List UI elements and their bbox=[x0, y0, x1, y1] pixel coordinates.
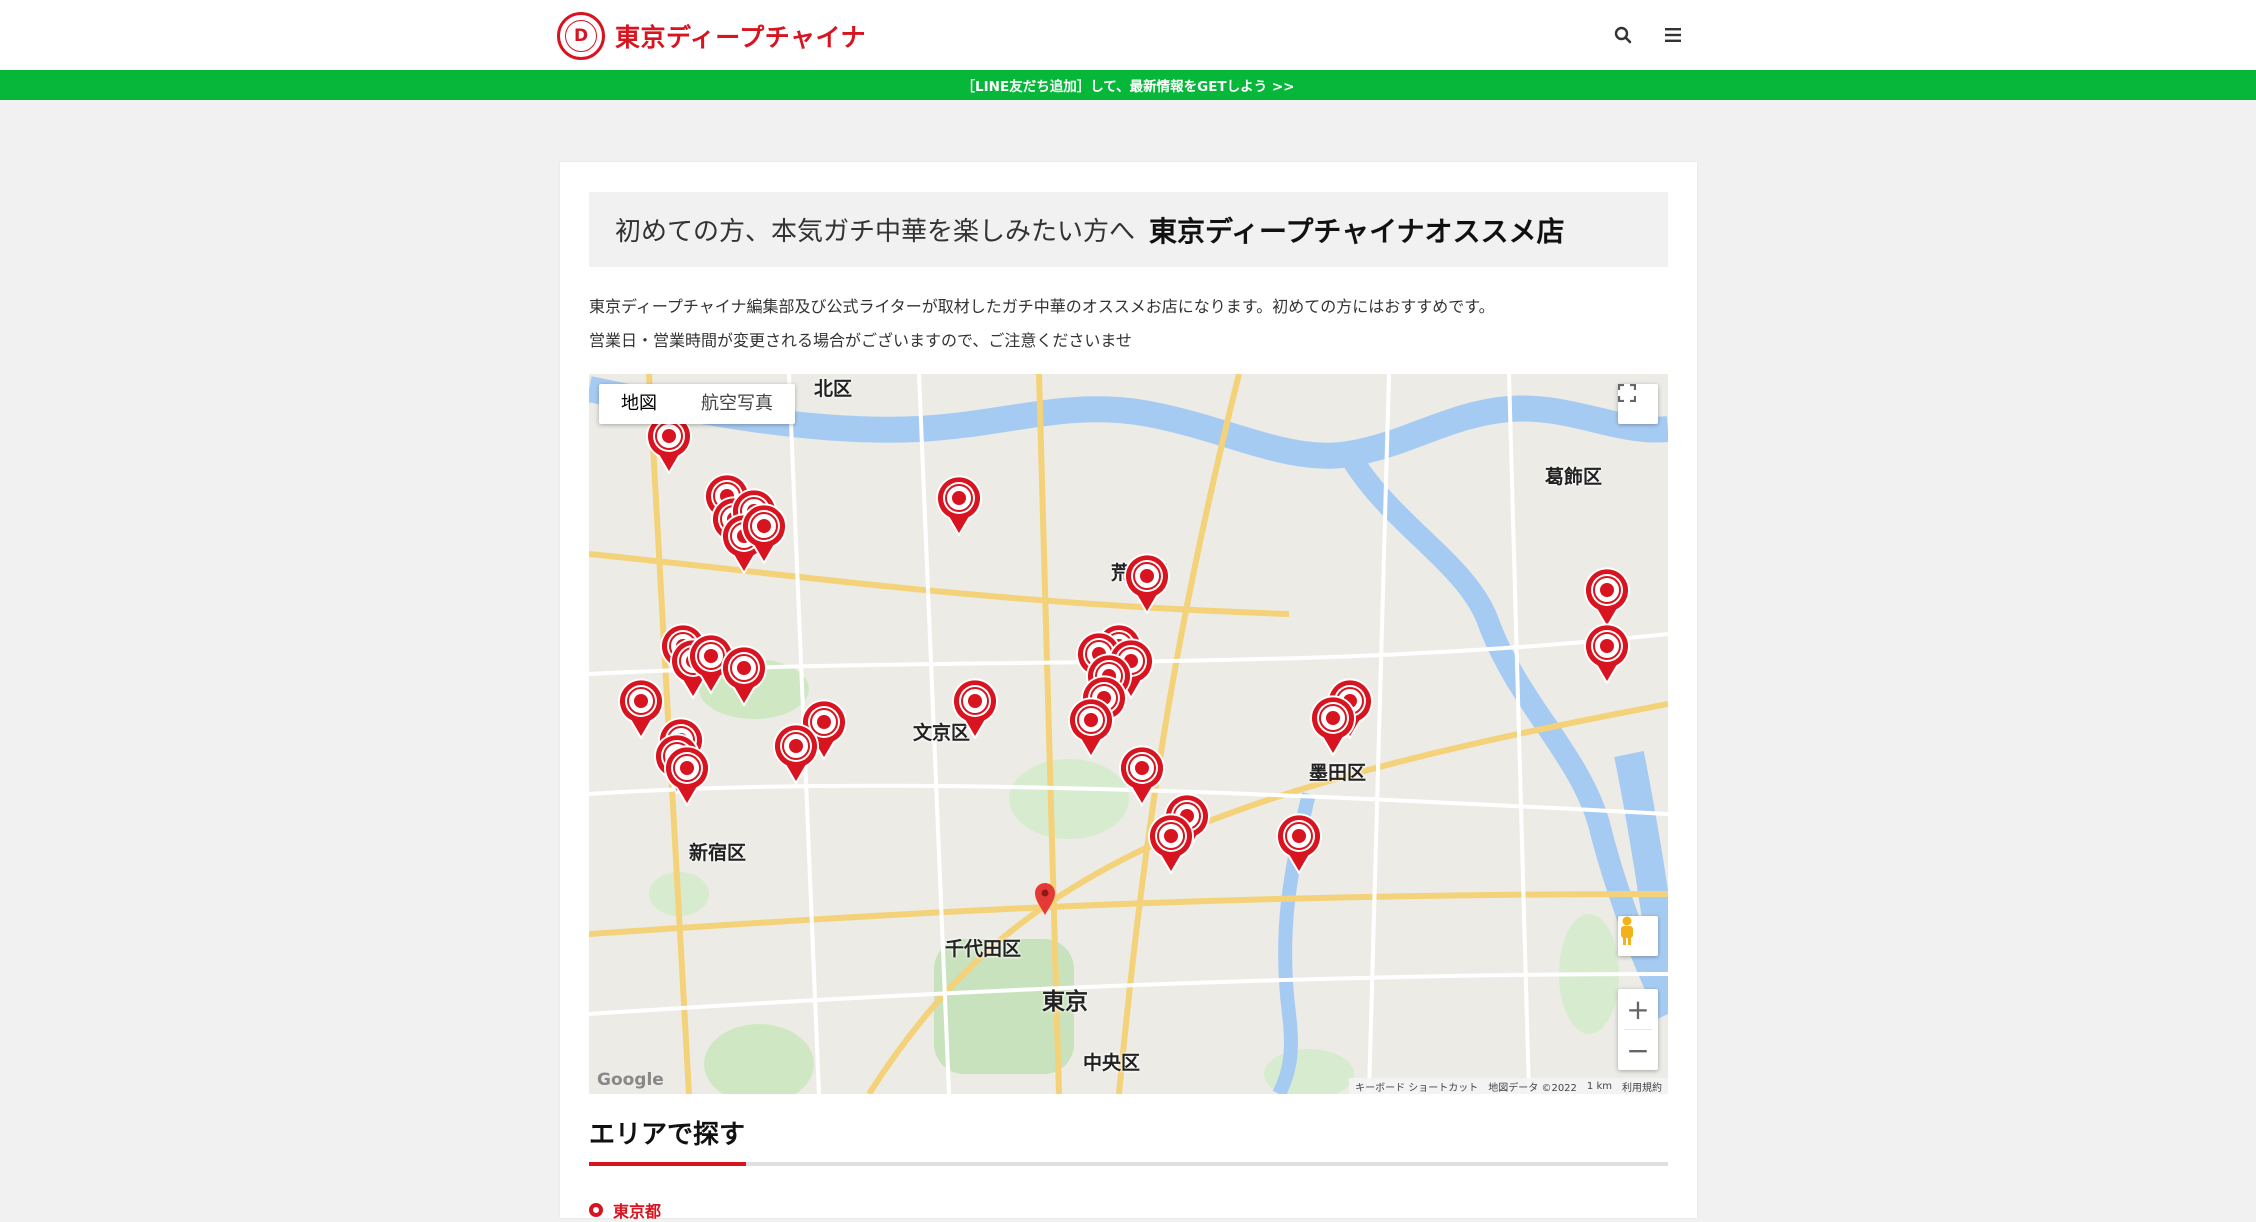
shop-pin-icon[interactable] bbox=[935, 474, 983, 536]
site-logo[interactable]: D 東京ディープチャイナ bbox=[557, 12, 866, 60]
shop-map[interactable]: 北区 荒川区 葛飾区 文京区 墨田区 新宿区 千代田区 東京 中央区 地図 航空… bbox=[589, 374, 1668, 1094]
area-radio-icon bbox=[589, 1203, 603, 1217]
map-data-credit: 地図データ ©2022 bbox=[1488, 1082, 1577, 1094]
district-chiyoda: 千代田区 bbox=[945, 938, 1022, 960]
shop-pin-icon[interactable] bbox=[663, 744, 711, 806]
map-type-roadmap[interactable]: 地図 bbox=[599, 384, 679, 424]
area-item-label: 東京都 bbox=[613, 1202, 662, 1221]
district-katsushika: 葛飾区 bbox=[1545, 466, 1603, 488]
shop-pin-icon[interactable] bbox=[1583, 622, 1631, 684]
shop-pin-icon[interactable] bbox=[1147, 812, 1195, 874]
area-item-tokyo[interactable]: 東京都 bbox=[589, 1198, 661, 1222]
line-friend-banner[interactable]: ［LINE友だち追加］して、最新情報をGETしよう >> bbox=[0, 70, 2256, 100]
map-scale: 1 km bbox=[1586, 1080, 1612, 1092]
page-description-2: 営業日・営業時間が変更される場合がございますので、ご注意くださいませ bbox=[589, 331, 1132, 350]
shop-pin-icon[interactable] bbox=[951, 677, 999, 739]
main-card: 初めての方、本気ガチ中華を楽しみたい方へ 東京ディープチャイナオススメ店 東京デ… bbox=[560, 162, 1697, 1221]
search-icon[interactable] bbox=[1610, 22, 1636, 48]
street-view-pegman-icon[interactable] bbox=[1618, 916, 1658, 956]
page-title-box: 初めての方、本気ガチ中華を楽しみたい方へ 東京ディープチャイナオススメ店 bbox=[589, 192, 1668, 267]
fullscreen-icon[interactable] bbox=[1618, 384, 1658, 424]
shop-pin-icon[interactable] bbox=[740, 502, 788, 564]
shop-pin-icon[interactable] bbox=[1067, 696, 1115, 758]
zoom-in-button[interactable]: + bbox=[1618, 989, 1658, 1029]
shop-pin-icon[interactable] bbox=[1118, 744, 1166, 806]
keyboard-shortcuts-link[interactable]: キーボード ショートカット bbox=[1355, 1079, 1478, 1094]
shop-pin-icon[interactable] bbox=[1309, 694, 1357, 756]
terms-link[interactable]: 利用規約 bbox=[1622, 1079, 1662, 1094]
shop-pin-icon[interactable] bbox=[1275, 812, 1323, 874]
map-attribution: キーボード ショートカット 地図データ ©2022 1 km 利用規約 bbox=[1349, 1078, 1668, 1094]
district-sumida: 墨田区 bbox=[1309, 762, 1367, 784]
district-tokyo: 東京 bbox=[1042, 989, 1088, 1015]
shop-pin-icon[interactable] bbox=[772, 722, 820, 784]
page-title-lead: 初めての方、本気ガチ中華を楽しみたい方へ bbox=[615, 217, 1136, 247]
zoom-out-button[interactable]: − bbox=[1618, 1030, 1658, 1070]
district-chuo: 中央区 bbox=[1083, 1052, 1141, 1074]
logo-mark-icon: D bbox=[557, 12, 605, 60]
district-shinjuku: 新宿区 bbox=[689, 842, 747, 864]
shop-pin-icon[interactable] bbox=[720, 644, 768, 706]
page-title: 東京ディープチャイナオススメ店 bbox=[1149, 214, 1565, 248]
area-section-title: エリアで探す bbox=[589, 1120, 746, 1150]
map-type-control: 地図 航空写真 bbox=[599, 384, 795, 424]
area-section-divider bbox=[589, 1162, 1668, 1166]
shop-pin-icon[interactable] bbox=[1123, 552, 1171, 614]
map-type-satellite[interactable]: 航空写真 bbox=[679, 384, 795, 424]
zoom-control: + − bbox=[1618, 989, 1658, 1070]
page-description-1: 東京ディープチャイナ編集部及び公式ライターが取材したガチ中華のオススメお店になり… bbox=[589, 297, 1495, 316]
hamburger-menu-icon[interactable] bbox=[1660, 22, 1686, 48]
map-location-marker-icon[interactable] bbox=[1034, 882, 1056, 916]
google-logo: Google bbox=[597, 1070, 664, 1090]
site-header: D 東京ディープチャイナ bbox=[0, 0, 2256, 70]
district-kita: 北区 bbox=[814, 378, 853, 400]
logo-text: 東京ディープチャイナ bbox=[615, 23, 867, 52]
logo-mark-letter: D bbox=[573, 26, 589, 46]
shop-pin-icon[interactable] bbox=[1583, 566, 1631, 628]
